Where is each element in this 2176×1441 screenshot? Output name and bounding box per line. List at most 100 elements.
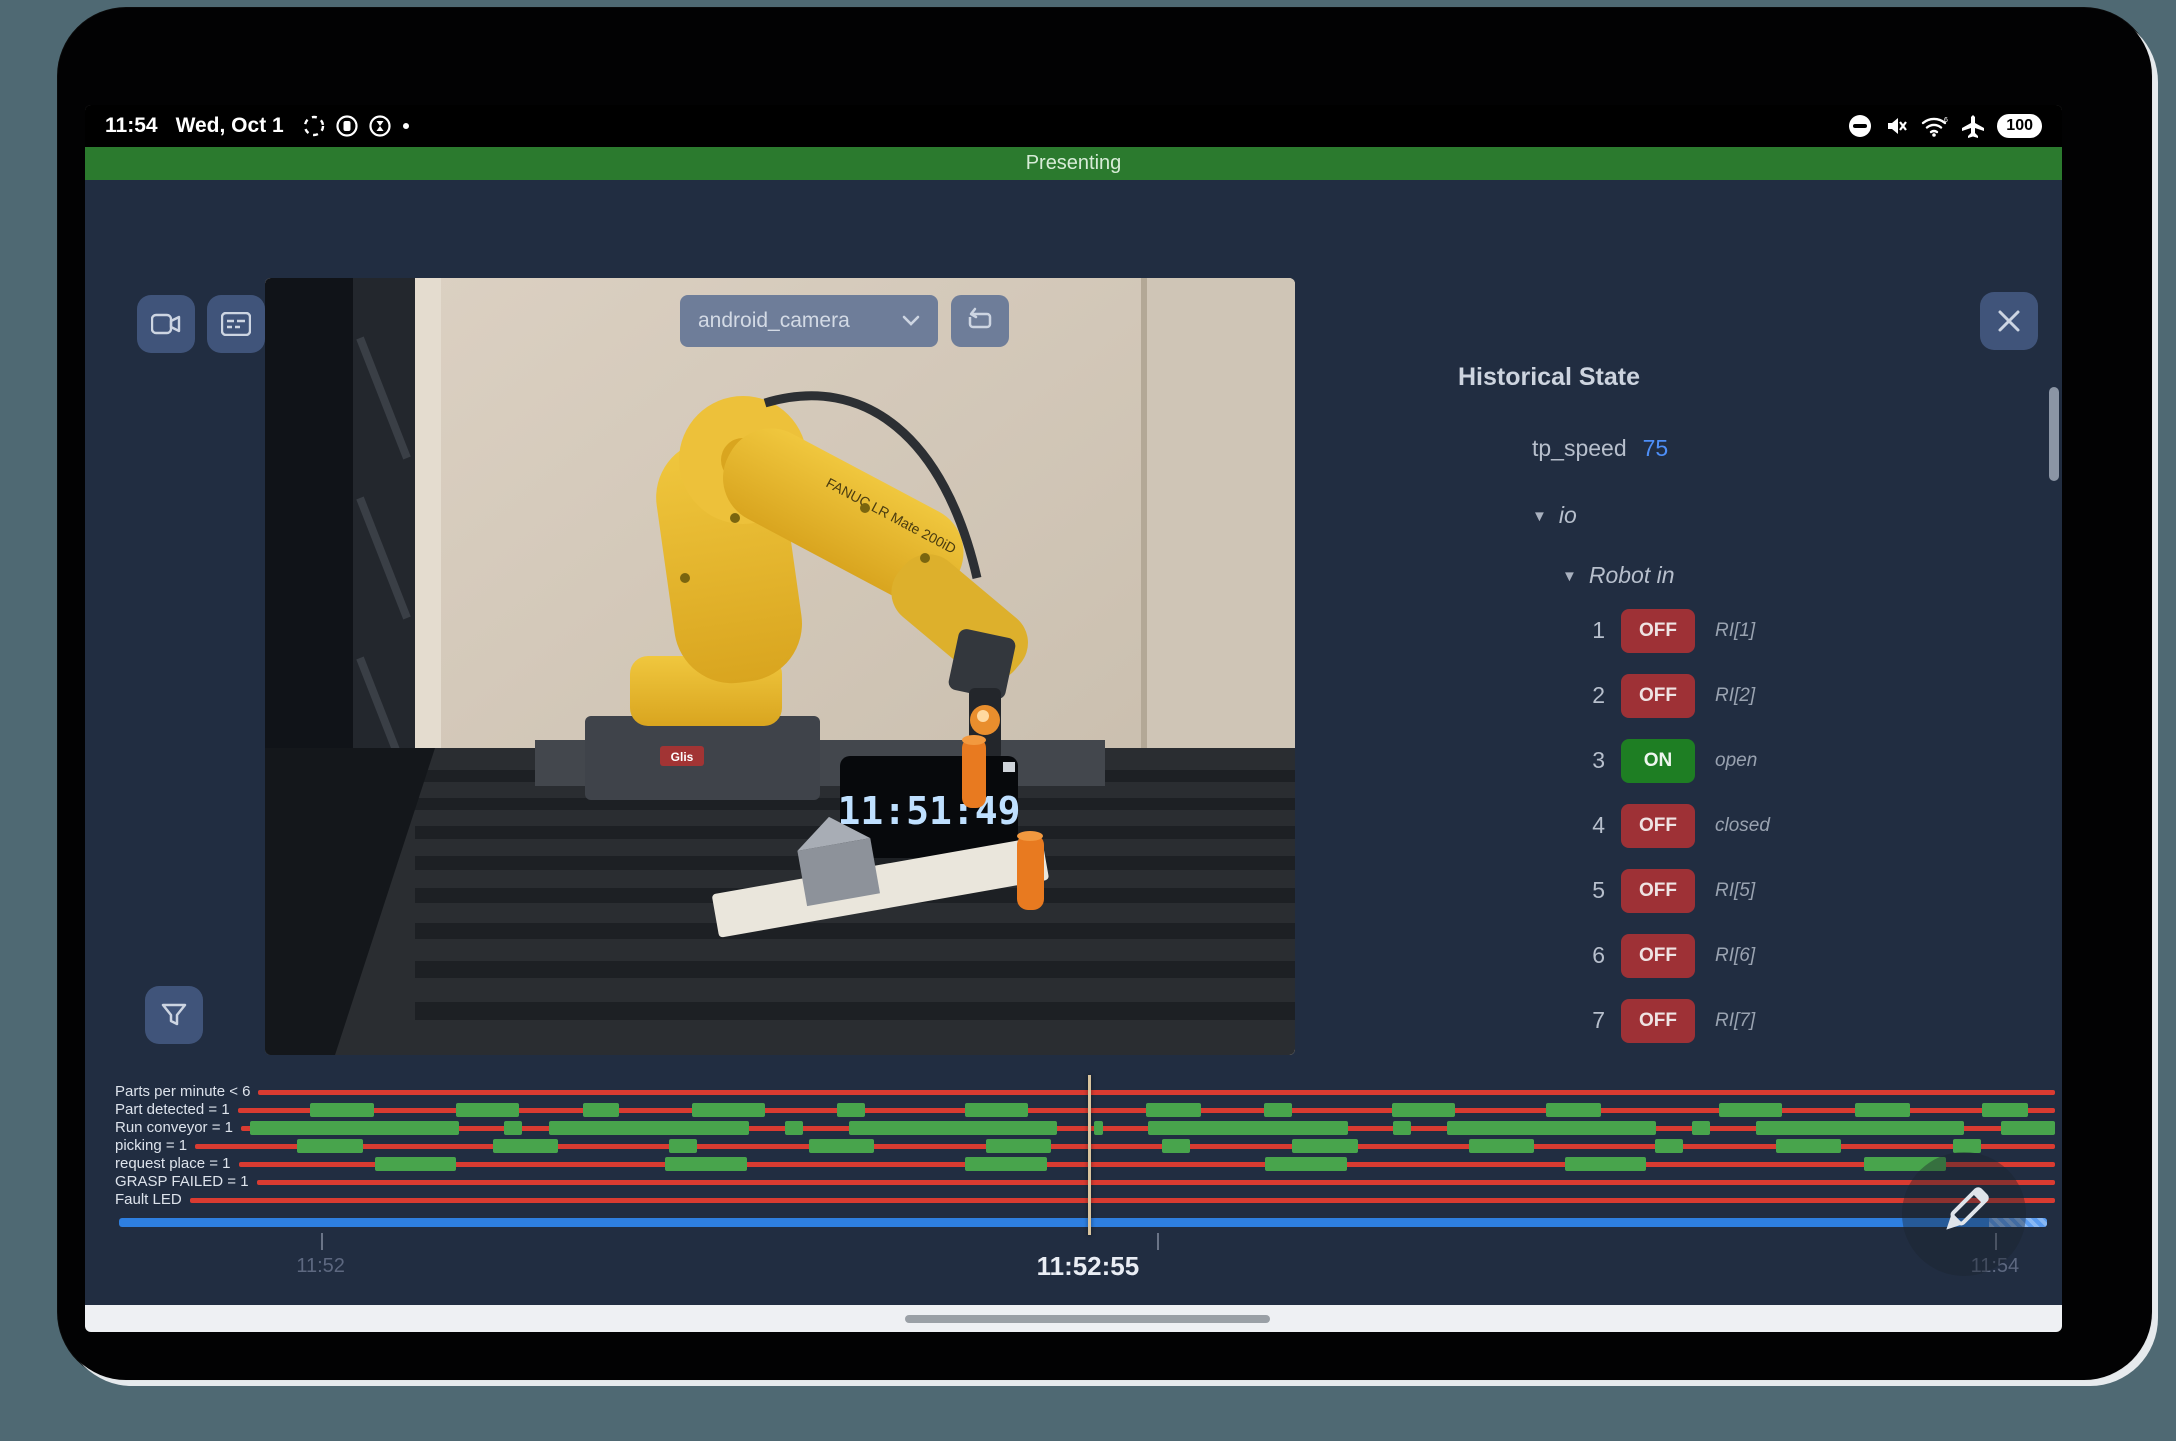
captions-panel-button[interactable] xyxy=(207,295,265,353)
tp-speed-row: tp_speed75 xyxy=(1532,435,1668,462)
do-not-disturb-icon xyxy=(1847,113,1873,139)
io-signal-label: closed xyxy=(1715,815,1770,837)
signal-on-segment xyxy=(965,1103,1029,1117)
signal-row-track[interactable] xyxy=(258,1084,2055,1100)
signal-row-label: request place = 1 xyxy=(115,1155,231,1173)
signal-on-segment xyxy=(837,1103,864,1117)
timeline-ticks: 11:52:55 11:5211:54 xyxy=(115,1231,2055,1286)
signal-on-segment xyxy=(1982,1103,2027,1117)
signal-row-track[interactable] xyxy=(195,1138,2055,1154)
io-index: 3 xyxy=(1577,747,1605,774)
notification-dot-icon xyxy=(401,121,411,131)
signal-on-segment xyxy=(1692,1121,1710,1135)
io-state-badge[interactable]: OFF xyxy=(1621,869,1695,913)
signal-on-segment xyxy=(1148,1121,1348,1135)
signal-on-segment xyxy=(1146,1103,1201,1117)
signal-on-segment xyxy=(849,1121,1058,1135)
home-indicator[interactable] xyxy=(905,1315,1270,1323)
signal-on-segment xyxy=(1756,1121,1965,1135)
signal-on-segment xyxy=(1776,1139,1841,1153)
video-camera-icon xyxy=(151,312,181,336)
captions-icon xyxy=(221,312,251,336)
io-label: io xyxy=(1559,502,1577,528)
io-signal-label: RI[6] xyxy=(1715,945,1755,967)
collapse-triangle-icon: ▼ xyxy=(1532,508,1547,525)
signal-row-track[interactable] xyxy=(241,1120,2055,1136)
close-button[interactable] xyxy=(1980,292,2038,350)
chevron-down-icon xyxy=(902,309,920,333)
presenting-label: Presenting xyxy=(1026,152,1122,175)
signal-on-segment xyxy=(1162,1139,1190,1153)
signal-on-segment xyxy=(809,1139,874,1153)
signal-row-track[interactable] xyxy=(190,1192,2055,1208)
io-state-badge[interactable]: OFF xyxy=(1621,934,1695,978)
signal-on-segment xyxy=(504,1121,522,1135)
io-index: 2 xyxy=(1577,682,1605,709)
io-index: 6 xyxy=(1577,942,1605,969)
io-index: 7 xyxy=(1577,1007,1605,1034)
playhead-cursor[interactable] xyxy=(1088,1075,1091,1235)
rotate-camera-button[interactable] xyxy=(951,295,1009,347)
time-tick-label: 11:52 xyxy=(296,1255,345,1278)
status-bar: 11:54 Wed, Oct 1 xyxy=(85,105,2062,147)
tablet-screen: 11:54 Wed, Oct 1 xyxy=(85,105,2062,1332)
rotate-icon xyxy=(966,305,994,338)
timeline-scrubber[interactable] xyxy=(119,1218,2047,1227)
stylus-cursor xyxy=(1902,1152,2026,1276)
signal-on-segment xyxy=(692,1103,765,1117)
io-state-badge[interactable]: OFF xyxy=(1621,804,1695,848)
robot-in-tree-node[interactable]: ▼Robot in xyxy=(1562,562,1675,589)
io-item: 5OFFRI[5] xyxy=(1577,868,1770,913)
signal-row: request place = 1 xyxy=(115,1155,2055,1173)
signal-row-track[interactable] xyxy=(238,1102,2055,1118)
signal-on-segment xyxy=(375,1157,457,1171)
io-signal-label: open xyxy=(1715,750,1757,772)
app-main: Glis FANUC LR Mate 200iD xyxy=(85,180,2062,1305)
airplane-mode-icon xyxy=(1960,113,1986,139)
robot-cell-scene: Glis FANUC LR Mate 200iD xyxy=(265,278,1295,1055)
io-signal-label: RI[2] xyxy=(1715,685,1755,707)
pencil-icon xyxy=(1929,1177,1999,1252)
signal-on-segment xyxy=(1565,1157,1647,1171)
panel-title: Historical State xyxy=(1458,363,1640,392)
io-state-badge[interactable]: OFF xyxy=(1621,609,1695,653)
signal-on-segment xyxy=(2001,1121,2055,1135)
io-state-badge[interactable]: OFF xyxy=(1621,674,1695,718)
io-item: 4 OFF closed xyxy=(1577,803,1770,848)
camera-source-select[interactable]: android_camera xyxy=(680,295,938,347)
signal-on-segment xyxy=(1392,1103,1456,1117)
tp-speed-value: 75 xyxy=(1643,435,1669,461)
signal-timeline: Parts per minute < 6Part detected = 1Run… xyxy=(115,1083,2055,1293)
signal-on-segment xyxy=(1719,1103,1783,1117)
time-tick xyxy=(321,1233,323,1250)
signal-row-label: Fault LED xyxy=(115,1191,182,1209)
signal-row-label: GRASP FAILED = 1 xyxy=(115,1173,249,1191)
signal-on-segment xyxy=(965,1157,1047,1171)
signal-row: Parts per minute < 6 xyxy=(115,1083,2055,1101)
signal-row-label: Parts per minute < 6 xyxy=(115,1083,250,1101)
signal-row: picking = 1 xyxy=(115,1137,2055,1155)
panel-scrollbar[interactable] xyxy=(2049,387,2059,481)
io-item: 6 OFF RI[6] xyxy=(1577,933,1770,978)
camera-view-button[interactable] xyxy=(137,295,195,353)
signal-on-segment xyxy=(1094,1121,1103,1135)
status-time: 11:54 xyxy=(105,114,158,138)
signal-on-segment xyxy=(1469,1139,1534,1153)
signal-row: Part detected = 1 xyxy=(115,1101,2055,1119)
current-time-label: 11:52:55 xyxy=(1037,1251,1140,1282)
io-item: 1OFFRI[1] xyxy=(1577,608,1770,653)
signal-on-segment xyxy=(456,1103,520,1117)
close-icon xyxy=(1997,309,2021,333)
signal-row-track[interactable] xyxy=(257,1174,2055,1190)
filter-button[interactable] xyxy=(145,986,203,1044)
signal-on-segment xyxy=(310,1103,374,1117)
io-state-badge[interactable]: ON xyxy=(1621,739,1695,783)
mute-icon xyxy=(1884,113,1910,139)
io-index: 4 xyxy=(1577,812,1605,839)
signal-row-label: picking = 1 xyxy=(115,1137,187,1155)
time-tick xyxy=(1157,1233,1159,1250)
io-state-badge[interactable]: OFF xyxy=(1621,999,1695,1043)
screen-cast-icon xyxy=(302,114,326,138)
io-tree-node[interactable]: ▼ io xyxy=(1532,502,1577,529)
signal-row-track[interactable] xyxy=(239,1156,2056,1172)
